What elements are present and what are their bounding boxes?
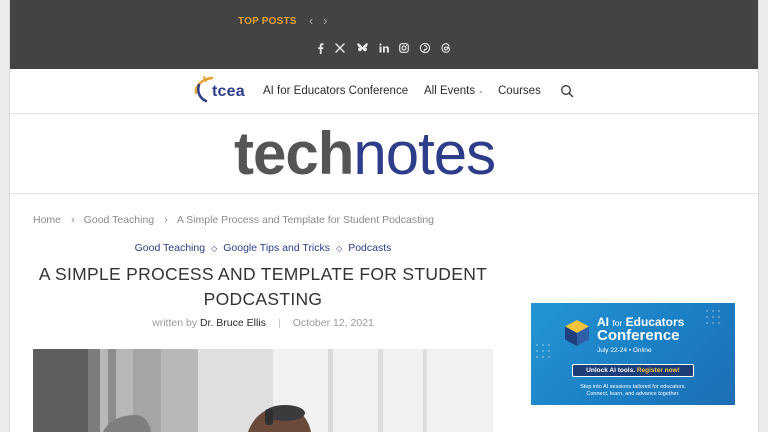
main-nav: tcea AI for Educators Conference All Eve… <box>10 69 758 114</box>
logo-text: tcea <box>212 83 245 100</box>
written-by-label: written by <box>152 317 198 329</box>
breadcrumb-category[interactable]: Good Teaching <box>84 214 154 226</box>
chevron-down-icon: ⌄ <box>478 88 485 95</box>
meta-divider <box>278 318 280 328</box>
breadcrumb-separator: › <box>164 214 168 226</box>
brand-part-tech: tech <box>234 120 354 187</box>
tcea-logo[interactable]: tcea <box>192 75 256 107</box>
instagram-icon[interactable] <box>397 40 411 56</box>
chevron-right-icon[interactable]: › <box>323 13 327 29</box>
post-author-link[interactable]: Dr. Bruce Ellis <box>200 317 266 329</box>
masthead: technotes <box>10 114 758 194</box>
nav-item-all-events-label: All Events <box>424 85 476 97</box>
post-date: October 12, 2021 <box>292 317 374 329</box>
category-separator: ◇ <box>211 244 218 253</box>
ad-register-button[interactable]: Unlock AI tools. Register now! <box>572 364 694 377</box>
post-meta: written by Dr. Bruce Ellis October 12, 2… <box>33 317 493 329</box>
top-bar: TOP POSTS ‹ › <box>10 0 758 69</box>
nav-item-courses[interactable]: Courses <box>498 85 541 97</box>
post-title: A Simple Process and Template for Studen… <box>38 264 488 309</box>
linkedin-icon[interactable] <box>377 40 391 56</box>
search-icon[interactable] <box>560 84 574 98</box>
nav-item-ai-conference[interactable]: AI for Educators Conference <box>263 85 408 97</box>
ad-cta-text: Unlock AI tools. <box>586 367 636 374</box>
facebook-icon[interactable] <box>314 40 326 56</box>
top-posts-label: TOP POSTS <box>238 16 297 27</box>
breadcrumb-current: A Simple Process and Template for Studen… <box>176 214 435 226</box>
category-link-podcasts[interactable]: Podcasts <box>348 242 391 254</box>
category-link-google-tips[interactable]: Google Tips and Tricks <box>223 242 330 254</box>
x-icon[interactable] <box>333 40 347 56</box>
ad-title-line2: Conference <box>597 327 680 344</box>
post-categories: Good Teaching ◇ Google Tips and Tricks ◇ Pod… <box>33 242 493 254</box>
nav-item-all-events[interactable]: All Events ⌄ <box>424 85 484 97</box>
ad-tagline-1: Step into AI sessions tailored for educa… <box>580 384 686 390</box>
page-frame-right <box>758 0 768 432</box>
ai-conference-ad-banner[interactable]: AI for Educators Conference July 22-24 •… <box>531 303 735 405</box>
ad-date: July 22-24 • Online <box>597 347 652 354</box>
dot-pattern-decoration <box>706 310 720 324</box>
threads-icon[interactable] <box>439 40 453 56</box>
breadcrumb-home[interactable]: Home <box>33 214 61 226</box>
category-link-good-teaching[interactable]: Good Teaching <box>135 242 205 254</box>
page-frame-left <box>0 0 10 432</box>
breadcrumb: Home › Good Teaching › A Simple Process and … <box>33 214 434 226</box>
ad-tagline-2: Connect, learn, and advance together. <box>586 391 680 397</box>
chevron-left-icon[interactable]: ‹ <box>309 13 313 29</box>
featured-image <box>33 349 493 432</box>
site-brand-logo[interactable]: technotes <box>234 118 496 190</box>
category-separator: ◇ <box>336 244 343 253</box>
pinterest-icon[interactable] <box>418 40 432 56</box>
brand-part-notes: notes <box>353 120 496 187</box>
bluesky-icon[interactable] <box>355 40 369 56</box>
breadcrumb-separator: › <box>71 214 75 226</box>
ad-cta-highlight: Register now! <box>636 367 680 374</box>
cube-logo-icon <box>565 320 589 346</box>
